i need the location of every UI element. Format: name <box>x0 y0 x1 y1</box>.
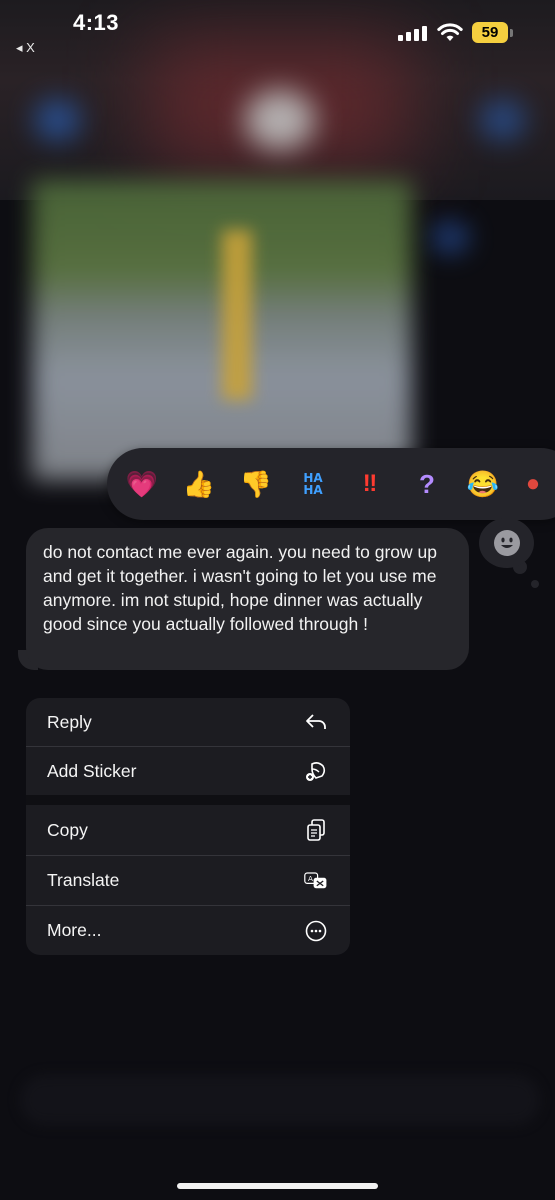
svg-text:A: A <box>308 874 313 883</box>
sticker-icon <box>304 759 328 783</box>
menu-item-add-sticker[interactable]: Add Sticker <box>26 747 350 795</box>
status-time: 4:13 <box>73 10 120 35</box>
menu-item-more[interactable]: More... <box>26 906 350 955</box>
laughing-reaction-icon[interactable]: 😂 <box>465 466 501 502</box>
thumbs-up-reaction-icon[interactable]: 👍 <box>181 466 217 502</box>
menu-item-reply[interactable]: Reply <box>26 698 350 746</box>
blurred-input-bar <box>20 1075 540 1125</box>
blurred-video-button <box>480 100 525 140</box>
wifi-icon <box>437 23 463 41</box>
blurred-contact-avatar <box>245 90 315 150</box>
tapback-tail-small <box>531 580 539 588</box>
add-emoji-reaction-button[interactable] <box>479 518 534 568</box>
blurred-share-button <box>430 220 470 255</box>
copy-icon <box>304 818 328 842</box>
home-indicator[interactable] <box>177 1183 378 1189</box>
tapback-bar: 💗 👍 👎 HA HA ‼ ? 😂 ● <box>107 448 555 520</box>
partial-reaction-icon[interactable]: ● <box>515 466 551 502</box>
battery-icon: 59 <box>472 22 508 43</box>
menu-item-translate[interactable]: Translate A <box>26 856 350 905</box>
blurred-back-button <box>35 100 80 140</box>
haha-label: HA HA <box>303 471 323 497</box>
thumbs-down-reaction-icon[interactable]: 👎 <box>238 466 274 502</box>
menu-item-label: Copy <box>47 819 88 840</box>
menu-item-label: Reply <box>47 711 92 732</box>
message-context-menu: Reply Add Sticker Copy Translate A More.… <box>26 698 350 955</box>
menu-item-copy[interactable]: Copy <box>26 805 350 855</box>
menu-item-label: Translate <box>47 870 120 890</box>
menu-item-label: Add Sticker <box>47 760 137 781</box>
heart-reaction-icon[interactable]: 💗 <box>124 466 160 502</box>
battery-cap <box>510 29 513 37</box>
haha-reaction-icon[interactable]: HA HA <box>295 466 331 502</box>
menu-item-label: More... <box>47 920 102 940</box>
more-icon <box>304 919 328 943</box>
exclamation-reaction-icon[interactable]: ‼ <box>352 466 388 502</box>
question-reaction-icon[interactable]: ? <box>409 466 445 502</box>
back-to-app-link[interactable]: ◂ X <box>16 40 35 56</box>
battery-level: 59 <box>481 24 499 41</box>
cellular-signal-icon <box>398 26 427 41</box>
blurred-photo-detail <box>222 230 252 400</box>
menu-group-divider <box>26 795 350 805</box>
reply-icon <box>304 710 328 734</box>
message-text: do not contact me ever again. you need t… <box>43 542 438 634</box>
translate-icon: A <box>304 869 328 893</box>
emoji-face-icon <box>493 530 520 556</box>
